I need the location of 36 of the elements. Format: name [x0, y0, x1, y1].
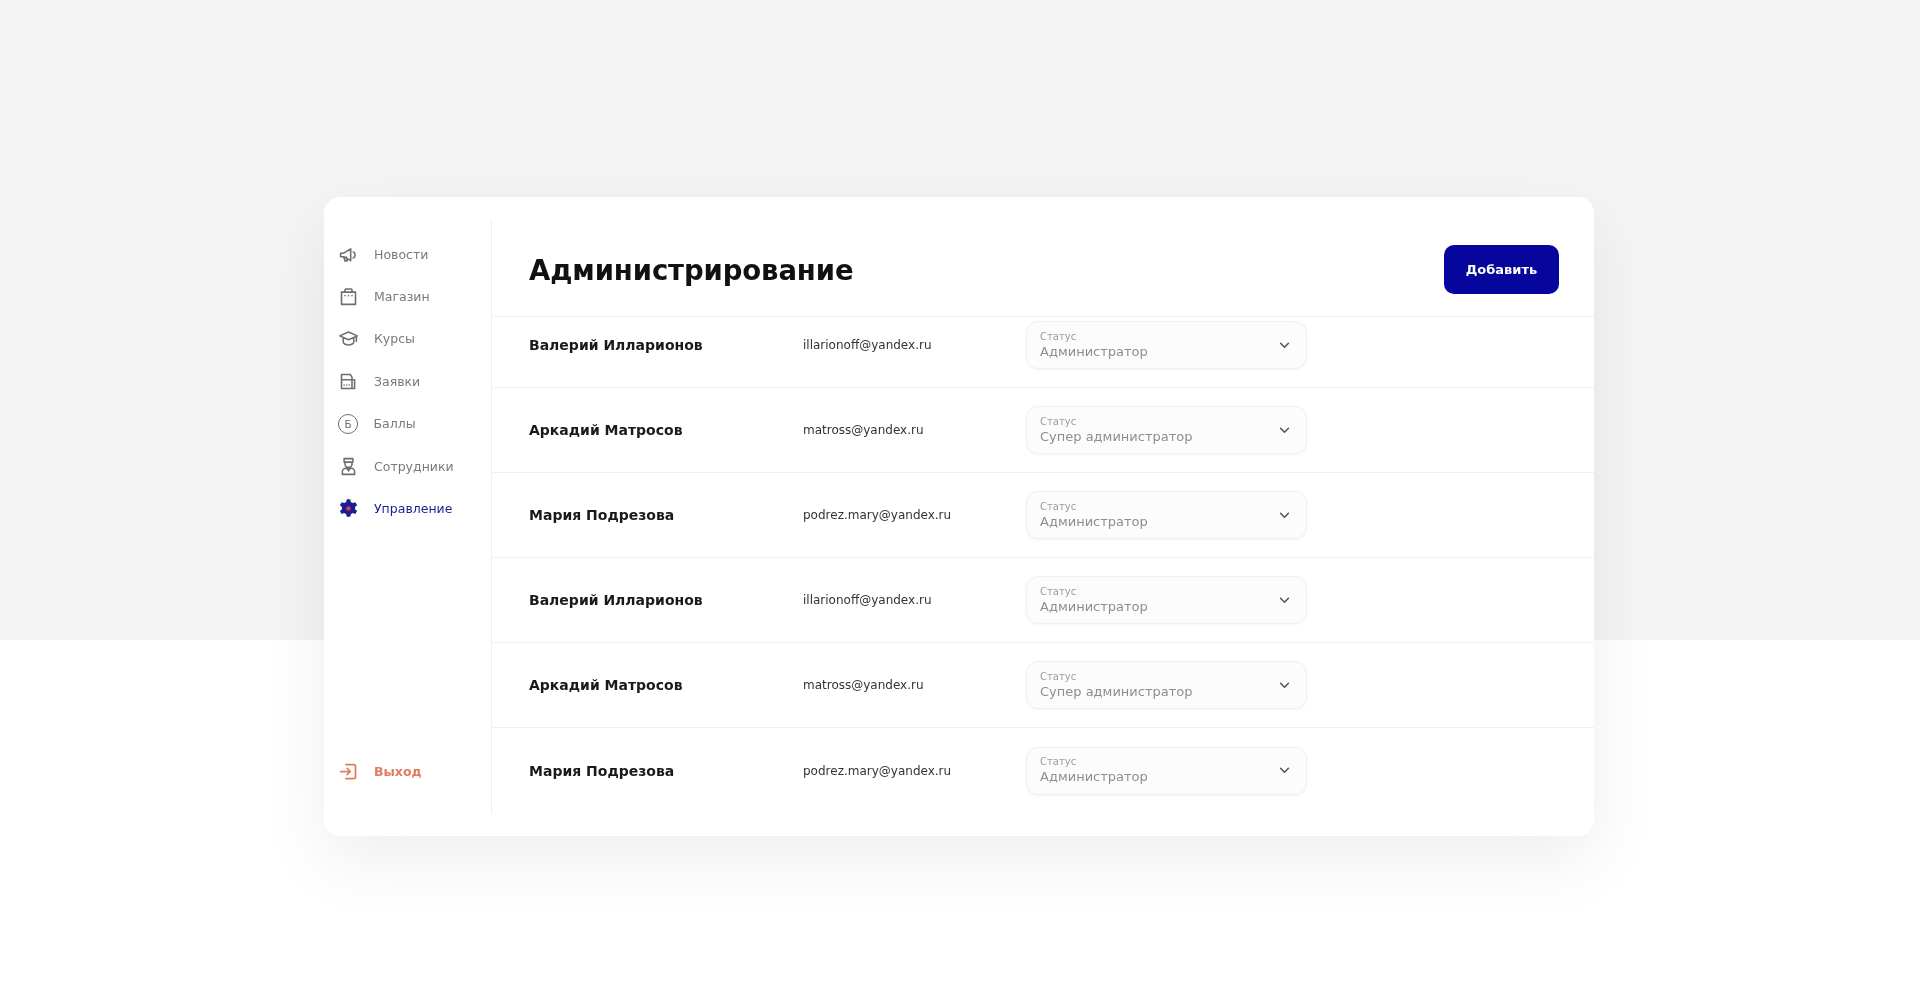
sidebar-item[interactable]: Курсы: [324, 317, 491, 361]
user-name: Валерий Илларионов: [529, 592, 704, 608]
gear-icon: [338, 498, 359, 520]
sidebar-item[interactable]: Управление: [324, 487, 491, 530]
logout-item[interactable]: Выход: [324, 750, 491, 793]
chevron-down-icon: [1279, 511, 1290, 519]
user-email: illarionoff@yandex.ru: [803, 593, 933, 607]
status-dropdown[interactable]: Статус Администратор: [1026, 576, 1307, 624]
user-email: matross@yandex.ru: [803, 678, 925, 692]
chevron-down-icon: [1279, 596, 1290, 604]
shopping-bag-icon: [338, 286, 359, 308]
user-name: Аркадий Матросов: [529, 422, 684, 438]
user-email: podrez.mary@yandex.ru: [803, 763, 953, 778]
chevron-down-icon: [1279, 426, 1290, 434]
user-email: matross@yandex.ru: [803, 423, 925, 437]
sidebar-item[interactable]: Сотрудники: [324, 444, 491, 488]
sidebar-item[interactable]: Новости: [324, 233, 491, 276]
chevron-down-icon: [1279, 681, 1290, 689]
user-name: Мария Подрезова: [529, 762, 676, 779]
user-name: Мария Подрезова: [529, 507, 676, 523]
status-dropdown[interactable]: Статус Супер администратор: [1026, 661, 1307, 709]
user-email: illarionoff@yandex.ru: [803, 338, 933, 352]
user-name: Аркадий Матросов: [529, 677, 684, 693]
sidebar-item[interactable]: Б Баллы: [324, 402, 491, 445]
status-dropdown[interactable]: Статус Супер администратор: [1026, 406, 1307, 454]
status-dropdown[interactable]: Статус Администратор: [1026, 491, 1307, 539]
chevron-down-icon: [1279, 341, 1290, 349]
page-title: Администрирование: [529, 253, 854, 286]
sidebar-item[interactable]: Заявки: [324, 360, 491, 403]
status-dropdown[interactable]: Статус Администратор: [1026, 321, 1307, 369]
user-email: podrez.mary@yandex.ru: [803, 508, 953, 522]
status-dropdown[interactable]: Статус Администратор: [1026, 746, 1307, 795]
add-button[interactable]: Добавить: [1444, 245, 1559, 294]
sidebar-item[interactable]: Магазин: [324, 275, 491, 318]
chevron-down-icon: [1279, 767, 1290, 774]
user-name: Валерий Илларионов: [529, 337, 704, 353]
